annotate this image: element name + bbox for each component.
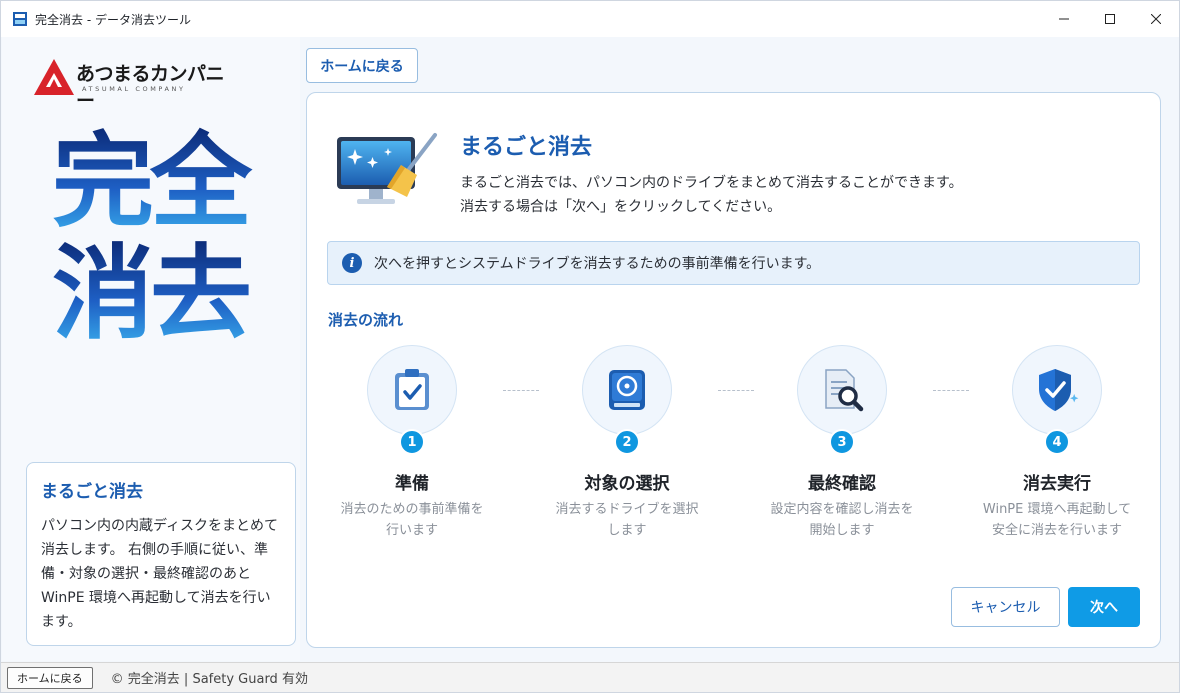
info-icon: i [342, 253, 362, 273]
status-text: © 完全消去 | Safety Guard 有効 [110, 672, 308, 687]
shield-check-icon [1039, 369, 1079, 411]
step-description-line2: 安全に消去を行います [991, 523, 1122, 538]
step-description-line2: 行います [385, 523, 438, 538]
next-button[interactable]: 次へ [1068, 587, 1140, 627]
step-description: 消去のための事前準備を 行います [322, 499, 502, 541]
minimize-button[interactable] [1041, 1, 1087, 37]
logo-mark-icon [34, 59, 74, 95]
step-icon-circle [582, 345, 672, 435]
status-bar: ホームに戻る © 完全消去 | Safety Guard 有効 [1, 662, 1179, 692]
clipboard-check-icon [395, 369, 429, 410]
window-controls [1041, 1, 1179, 37]
step-description-line2: します [607, 523, 647, 538]
window-title: 完全消去 - データ消去ツール [35, 12, 191, 27]
main-title: まるごと消去 [460, 135, 593, 160]
app-window: 完全消去 - データ消去ツール あつまるカンパニー ATSUMAL COMPAN… [0, 0, 1180, 693]
maximize-button[interactable] [1087, 1, 1133, 37]
description-line1: まるごと消去では、パソコン内のドライブをまとめて消去することができます。 [460, 175, 963, 191]
main-panel: まるごと消去 まるごと消去では、パソコン内のドライブをまとめて消去することができ… [306, 92, 1161, 648]
info-banner: i 次へを押すとシステムドライブを消去するための事前準備を行います。 [327, 241, 1140, 285]
step-connector [718, 390, 754, 391]
card-body: パソコン内の内蔵ディスクをまとめて消去します。 右側の手順に従い、準備・対象の選… [41, 518, 279, 630]
monitor-broom-icon [337, 133, 437, 204]
step-number: 2 [614, 429, 640, 455]
info-text: 次へを押すとシステムドライブを消去するための事前準備を行います。 [374, 256, 821, 272]
description-line2: 消去する場合は「次へ」をクリックしてください。 [460, 199, 782, 215]
mode-description-card: まるごと消去 パソコン内の内蔵ディスクをまとめて消去します。 右側の手順に従い、… [26, 462, 296, 646]
step-connector [933, 390, 969, 391]
card-title: まるごと消去 [41, 482, 143, 502]
step-description: WinPE 環境へ再起動して 安全に消去を行います [967, 499, 1147, 541]
maximize-icon [1105, 14, 1115, 24]
document-search-icon [825, 369, 864, 412]
close-button[interactable] [1133, 1, 1179, 37]
flow-title: 消去の流れ [328, 311, 404, 329]
step-number: 3 [829, 429, 855, 455]
title-bar: 完全消去 - データ消去ツール [1, 1, 1179, 37]
hero-title-line2: 消去 [52, 239, 282, 351]
step-description-line1: 設定内容を確認し消去を [770, 502, 914, 517]
step-description: 消去するドライブを選択 します [537, 499, 717, 541]
step-icon-circle [367, 345, 457, 435]
step-description-line1: 消去するドライブを選択 [555, 502, 699, 517]
logo-subtext: ATSUMAL COMPANY [82, 85, 186, 93]
step-description-line1: 消去のための事前準備を [340, 502, 484, 517]
home-button[interactable]: ホームに戻る [306, 48, 418, 83]
minimize-icon [1059, 18, 1069, 20]
company-logo: あつまるカンパニー ATSUMAL COMPANY [32, 57, 232, 112]
step-icon-circle [1012, 345, 1102, 435]
app-icon [13, 12, 27, 26]
step-number: 1 [399, 429, 425, 455]
step-connector [503, 390, 539, 391]
step-label: 準備 [395, 474, 429, 494]
sidebar: あつまるカンパニー ATSUMAL COMPANY 完全 消去 まるごと消去 パ… [2, 37, 300, 661]
main-description: まるごと消去では、パソコン内のドライブをまとめて消去することができます。 消去す… [460, 171, 963, 219]
step-description: 設定内容を確認し消去を 開始します [752, 499, 932, 541]
step-label: 最終確認 [808, 474, 876, 494]
step-description-line2: 開始します [809, 523, 875, 538]
step-label: 消去実行 [1023, 474, 1091, 494]
step-number: 4 [1044, 429, 1070, 455]
cancel-button[interactable]: キャンセル [951, 587, 1060, 627]
hero-title: 完全 消去 [52, 127, 282, 351]
step-icon-circle [797, 345, 887, 435]
step-description-line1: WinPE 環境へ再起動して [982, 502, 1132, 517]
statusbar-home-button[interactable]: ホームに戻る [7, 666, 93, 689]
hard-drive-icon [609, 370, 645, 410]
hero-title-line1: 完全 [52, 127, 282, 239]
step-label: 対象の選択 [584, 474, 670, 494]
close-icon [1151, 14, 1161, 24]
